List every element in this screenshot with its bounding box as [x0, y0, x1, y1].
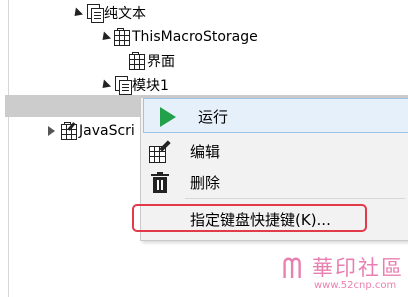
module-grid-icon — [128, 52, 146, 70]
document-icon — [85, 4, 104, 23]
menu-item-edit[interactable]: 编辑 — [141, 136, 408, 167]
tree-item-thismacrostorage[interactable]: ThisMacroStorage — [98, 26, 258, 48]
menu-item-run-overlay[interactable]: 运行 — [149, 101, 408, 132]
menu-separator — [185, 198, 405, 199]
document-icon — [113, 76, 132, 95]
tree-item-plaintext[interactable]: 纯文本 — [70, 2, 146, 24]
module-grid-icon — [113, 28, 131, 46]
tree-item-label: 模块1 — [132, 78, 169, 94]
tree-item-label: 界面 — [147, 54, 175, 70]
annotation-highlight-frame — [132, 204, 367, 232]
tree-item-label: ThisMacroStorage — [132, 29, 258, 45]
tree-item-javascript[interactable]: JavaScri — [48, 120, 135, 142]
edit-icon — [149, 139, 171, 163]
play-icon — [160, 106, 176, 127]
tree-item-label: 纯文本 — [104, 6, 146, 22]
expand-arrow-icon[interactable] — [98, 30, 112, 44]
tree-item-label: JavaScri — [79, 123, 135, 139]
tree-item-module1[interactable]: 模块1 — [98, 74, 169, 96]
tree-guide-line — [8, 0, 9, 297]
tree-item-interface[interactable]: 界面 — [128, 50, 175, 72]
script-icon — [60, 122, 78, 140]
watermark: ᗰ 華印社區 www.52cnp.com — [282, 252, 408, 297]
watermark-logo-icon: ᗰ — [282, 252, 303, 285]
trash-icon — [151, 171, 169, 194]
menu-item-label: 删除 — [190, 174, 221, 192]
collapse-arrow-icon[interactable] — [48, 126, 55, 136]
menu-item-label: 编辑 — [190, 143, 221, 161]
watermark-brand: 華印社區 — [312, 256, 404, 280]
expand-arrow-icon[interactable] — [98, 78, 112, 92]
menu-item-label: 运行 — [198, 108, 229, 126]
watermark-url: www.52cnp.com — [314, 280, 397, 291]
expand-arrow-icon[interactable] — [70, 6, 84, 20]
menu-item-delete[interactable]: 删除 — [141, 167, 408, 198]
